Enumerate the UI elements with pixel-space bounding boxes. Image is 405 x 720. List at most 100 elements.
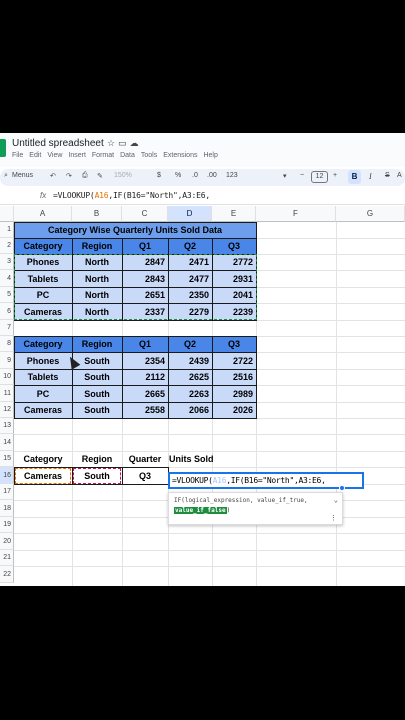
row-header-4[interactable]: 4 (0, 270, 14, 287)
sheet-grid[interactable]: A B C D E F G 1 2 3 4 5 6 7 8 9 10 11 12… (0, 206, 405, 586)
percent-button[interactable]: % (175, 172, 181, 179)
formula-bar: fx =VLOOKUP(A16,IF(B16="North",A3:E6, (0, 188, 405, 205)
font-size-input[interactable]: 12 (311, 171, 328, 183)
lookup-header-quarter[interactable]: Quarter (122, 451, 168, 467)
formula-prefix: =VLOOKUP( (53, 191, 95, 200)
currency-button[interactable]: $ (157, 172, 161, 179)
gridline (336, 222, 337, 586)
fx-icon: fx (40, 191, 47, 200)
column-header-d[interactable]: D (168, 206, 212, 222)
menu-data[interactable]: Data (120, 152, 135, 159)
function-signature: IF(logical_expression, value_if_true, (174, 497, 308, 504)
more-options-icon[interactable]: ⋮ (330, 514, 337, 522)
strikethrough-icon[interactable]: S (385, 172, 390, 179)
increase-font-size-icon[interactable]: + (333, 172, 337, 179)
menu-extensions[interactable]: Extensions (163, 152, 197, 159)
text-color-icon[interactable]: A (397, 172, 402, 179)
formula-middle: ,IF(B16="North", (108, 191, 183, 200)
title-bar: Untitled spreadsheet ☆▭☁ File Edit View … (0, 133, 405, 167)
lookup-quarter-cell[interactable]: Q3 (122, 468, 168, 484)
move-folder-icon[interactable]: ▭ (118, 138, 130, 148)
row-header-22[interactable]: 22 (0, 566, 14, 583)
lookup-header-units-sold[interactable]: Units Sold (168, 451, 256, 467)
menu-format[interactable]: Format (92, 152, 114, 159)
row-header-5[interactable]: 5 (0, 287, 14, 303)
row-header-9[interactable]: 9 (0, 352, 14, 369)
referenced-range-a3-e6 (14, 254, 257, 320)
table2-border (14, 336, 257, 353)
edit-suffix: , (321, 476, 326, 485)
row-header-16[interactable]: 16 (0, 467, 14, 484)
row-header-2[interactable]: 2 (0, 238, 14, 254)
gridline (14, 533, 405, 534)
menu-edit[interactable]: Edit (29, 152, 41, 159)
function-help-tooltip[interactable]: IF(logical_expression, value_if_true, va… (168, 492, 343, 525)
row-header-20[interactable]: 20 (0, 533, 14, 550)
gridline (14, 566, 405, 567)
row-header-6[interactable]: 6 (0, 303, 14, 320)
column-header-a[interactable]: A (14, 206, 72, 222)
print-icon[interactable]: ⎙ (82, 172, 88, 180)
row-header-15[interactable]: 15 (0, 451, 14, 467)
sheets-logo-icon[interactable] (0, 139, 6, 157)
zoom-select[interactable]: 150% (114, 172, 132, 179)
expand-chevron-icon[interactable]: ⌄ (334, 496, 338, 504)
decrease-font-size-icon[interactable]: − (300, 172, 304, 179)
row-header-12[interactable]: 12 (0, 402, 14, 418)
column-header-f[interactable]: F (256, 206, 336, 222)
paint-format-icon[interactable]: ✎ (97, 172, 103, 180)
document-title[interactable]: Untitled spreadsheet (12, 138, 104, 149)
active-cell-editor[interactable]: =VLOOKUP(A16,IF(B16="North",A3:E6, (168, 472, 364, 489)
search-menus-icon[interactable]: ⌕ (4, 172, 8, 180)
lookup-header-category[interactable]: Category (14, 451, 72, 467)
number-format-button[interactable]: 123 (226, 172, 238, 179)
row-header-8[interactable]: 8 (0, 336, 14, 352)
spreadsheet-app: Untitled spreadsheet ☆▭☁ File Edit View … (0, 133, 405, 586)
row-header-18[interactable]: 18 (0, 500, 14, 517)
bold-button[interactable]: B (348, 170, 361, 184)
cloud-status-icon[interactable]: ☁ (130, 138, 142, 148)
row-header-7[interactable]: 7 (0, 320, 14, 336)
column-header-g[interactable]: G (336, 206, 405, 222)
row-header-13[interactable]: 13 (0, 418, 14, 434)
font-dropdown-chevron-icon[interactable]: ▾ (283, 172, 287, 180)
redo-icon[interactable]: ↷ (66, 172, 72, 180)
row-header-1[interactable]: 1 (0, 222, 14, 238)
increase-decimal-button[interactable]: .00 (207, 172, 217, 179)
formula-input[interactable]: =VLOOKUP(A16,IF(B16="North",A3:E6, (53, 191, 210, 200)
menu-insert[interactable]: Insert (68, 152, 86, 159)
search-menus-label[interactable]: Menus (12, 172, 33, 179)
row-header-19[interactable]: 19 (0, 517, 14, 533)
edit-ref-a16: A16 (212, 476, 227, 485)
row-header-10[interactable]: 10 (0, 369, 14, 385)
column-header-c[interactable]: C (122, 206, 168, 222)
toolbar: ⌕ Menus ↶ ↷ ⎙ ✎ 150% $ % .0 .00 123 ▾ − … (0, 169, 405, 186)
formula-ref-a16: A16 (94, 191, 109, 200)
decrease-decimal-button[interactable]: .0 (192, 172, 198, 179)
italic-button[interactable]: I (369, 172, 372, 181)
row-header-11[interactable]: 11 (0, 385, 14, 402)
active-argument: value_if_false (174, 507, 227, 514)
row-header-17[interactable]: 17 (0, 484, 14, 500)
lookup-header-region[interactable]: Region (72, 451, 122, 467)
menu-bar: File Edit View Insert Format Data Tools … (12, 152, 218, 159)
referenced-cell-b16 (73, 468, 121, 484)
fill-handle[interactable] (339, 485, 345, 491)
row-header-14[interactable]: 14 (0, 434, 14, 451)
menu-view[interactable]: View (47, 152, 62, 159)
row-header-21[interactable]: 21 (0, 550, 14, 566)
table1-border (14, 238, 257, 255)
signature-close: ) (226, 507, 231, 514)
menu-file[interactable]: File (12, 152, 23, 159)
column-header-b[interactable]: B (72, 206, 122, 222)
undo-icon[interactable]: ↶ (50, 172, 56, 180)
table2-border (14, 369, 257, 386)
formula-suffix: , (205, 191, 211, 200)
column-header-e[interactable]: E (212, 206, 256, 222)
menu-help[interactable]: Help (203, 152, 217, 159)
star-icon[interactable]: ☆ (107, 138, 118, 148)
select-all-corner[interactable] (0, 206, 14, 222)
row-header-3[interactable]: 3 (0, 254, 14, 270)
menu-tools[interactable]: Tools (141, 152, 157, 159)
gridline (14, 434, 405, 435)
